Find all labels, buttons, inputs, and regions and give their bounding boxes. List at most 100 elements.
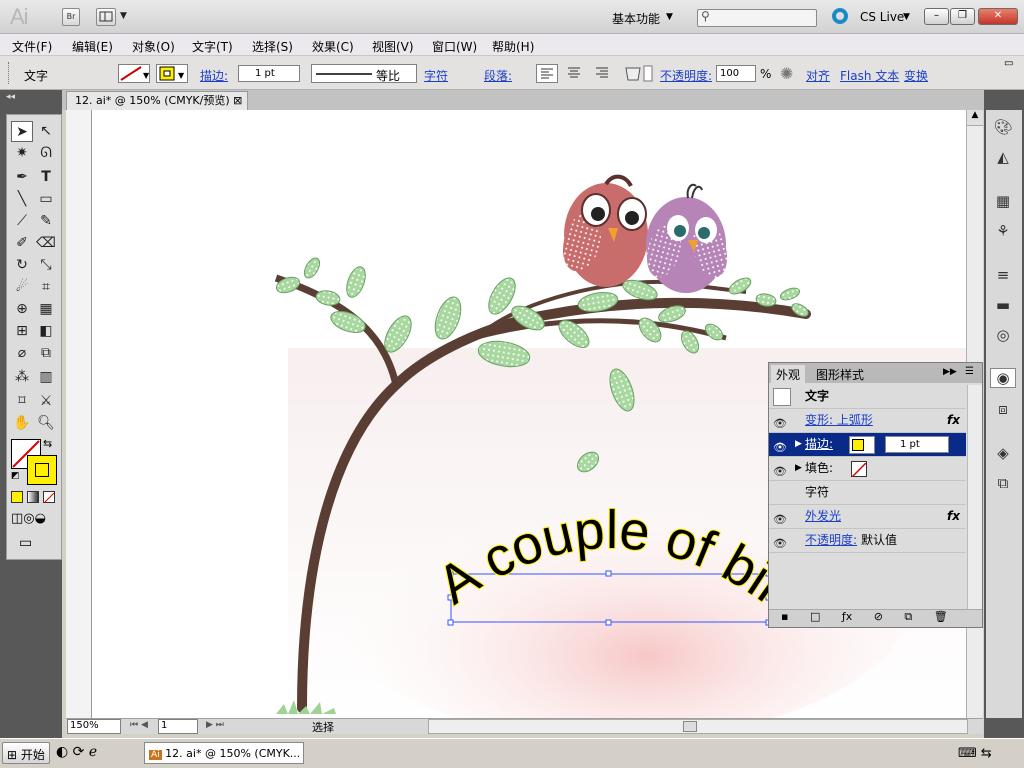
magic-wand-tool-icon[interactable]: ✷ (11, 143, 33, 164)
symbol-sprayer-tool-icon[interactable]: ⁂ (11, 367, 33, 388)
document-tab[interactable]: 12. ai* @ 150% (CMYK/预览) ⊠ (66, 91, 248, 110)
pen-tool-icon[interactable]: ✒ (11, 167, 33, 188)
artboards-icon[interactable]: ⧉ (992, 474, 1014, 494)
warp-tool-icon[interactable]: ☄ (11, 277, 33, 298)
flash-text-link[interactable]: Flash 文本 (840, 67, 899, 84)
default-colors-icon[interactable]: ◩ (11, 471, 20, 481)
recolor-icon[interactable]: ✺ (780, 64, 793, 83)
collapse-icon[interactable]: ◂◂ (6, 92, 15, 102)
perspective-grid-tool-icon[interactable]: ▦ (35, 299, 57, 320)
panel-footer-buttons[interactable]: ▪ □ ƒx ⊘ ⧉ 🗑︎ (769, 609, 982, 627)
cs-live-icon[interactable] (832, 8, 848, 24)
artboard-nav-prev[interactable]: ⏮ ◀ (130, 720, 148, 730)
align-left-button[interactable] (536, 64, 558, 83)
grip-handle[interactable] (8, 62, 11, 84)
menu-select[interactable]: 选择(S) (252, 38, 293, 55)
none-mode-button[interactable] (43, 491, 55, 504)
appearance-row-warp[interactable]: 👁︎ 变形: 上弧形 fx (769, 409, 966, 433)
graphic-styles-icon[interactable]: ⧈ (992, 400, 1014, 420)
menu-file[interactable]: 文件(F) (12, 38, 52, 55)
tab-appearance[interactable]: 外观 (771, 365, 806, 383)
expand-triangle-icon[interactable]: ▶ (795, 433, 802, 455)
swatches-icon[interactable]: ▦ (992, 192, 1014, 212)
expand-triangle-icon[interactable]: ▶ (795, 457, 802, 479)
quick-launch-icons[interactable]: ◐ ⟳ ℯ (56, 744, 97, 760)
stroke-profile-dropdown[interactable]: 等比 (311, 64, 417, 83)
screen-mode-icon[interactable]: ▭ (19, 535, 32, 551)
chevron-down-icon[interactable]: ▼ (120, 11, 127, 21)
selection-tool-icon[interactable]: ➤ (11, 121, 33, 142)
free-transform-tool-icon[interactable]: ⌗ (35, 277, 57, 298)
slice-tool-icon[interactable]: ⚔ (35, 391, 57, 412)
direct-selection-tool-icon[interactable]: ↖ (35, 121, 57, 142)
type-tool-icon[interactable]: T (35, 167, 57, 188)
gradient-mode-button[interactable] (27, 491, 39, 503)
menu-type[interactable]: 文字(T) (192, 38, 233, 55)
arrange-documents-button[interactable] (96, 8, 116, 26)
artboard-number-field[interactable]: 1 (158, 719, 198, 734)
shape-builder-tool-icon[interactable]: ⊕ (11, 299, 33, 320)
blend-tool-icon[interactable]: ⧉ (35, 343, 57, 364)
menu-edit[interactable]: 编辑(E) (72, 38, 113, 55)
appearance-row-fill[interactable]: 👁︎ ▶ 填色: (769, 457, 966, 481)
eye-icon[interactable]: 👁︎ (773, 533, 787, 550)
close-button[interactable]: ✕ (978, 8, 1018, 25)
envelope-icon[interactable] (622, 64, 654, 83)
draw-mode-icon[interactable]: ◫◎◒ (11, 511, 46, 526)
transparency-icon[interactable]: ◎ (992, 326, 1014, 346)
transform-link[interactable]: 变换 (904, 67, 928, 84)
panel-scrollbar[interactable] (967, 385, 982, 609)
appearance-row-stroke[interactable]: 👁︎ ▶ 描边: 1 pt (769, 433, 966, 457)
paragraph-link[interactable]: 段落: (484, 67, 512, 84)
character-link[interactable]: 字符 (424, 67, 448, 84)
zoom-field[interactable]: 150% (67, 719, 121, 734)
eye-icon[interactable]: 👁︎ (773, 437, 787, 454)
row-label[interactable]: 变形: 上弧形 (805, 409, 873, 431)
rotate-tool-icon[interactable]: ↻ (11, 255, 33, 276)
close-tab-icon[interactable]: ⊠ (233, 94, 242, 107)
panel-menu-icon[interactable]: ▭ (1004, 58, 1013, 69)
collapse-panel-icon[interactable]: ▶▶ (943, 367, 957, 377)
graph-tool-icon[interactable]: ▥ (35, 367, 57, 388)
stroke-color-button[interactable] (849, 436, 875, 454)
row-label[interactable]: 外发光 (805, 505, 841, 527)
paintbrush-tool-icon[interactable]: ⟋ (11, 211, 33, 232)
eyedropper-tool-icon[interactable]: ⌀ (11, 343, 33, 364)
stroke-swatch-dropdown[interactable]: ▼ (156, 64, 188, 83)
start-button[interactable]: ⊞ 开始 (2, 742, 50, 764)
stroke-panel-icon[interactable]: ≡ (992, 266, 1014, 286)
menu-effect[interactable]: 效果(C) (312, 38, 354, 55)
taskbar-task[interactable]: Ai 12. ai* @ 150% (CMYK... (144, 742, 304, 764)
swap-colors-icon[interactable]: ⇆ (43, 437, 52, 450)
line-tool-icon[interactable]: ╲ (11, 189, 33, 210)
align-right-button[interactable] (592, 64, 614, 83)
menu-object[interactable]: 对象(O) (132, 38, 175, 55)
bridge-button[interactable]: Br (62, 8, 80, 26)
opacity-link[interactable]: 不透明度: (660, 67, 712, 84)
row-label[interactable]: 不透明度: (805, 529, 857, 551)
appearance-row-characters[interactable]: 字符 (769, 481, 966, 505)
restore-button[interactable]: ❐ (950, 8, 975, 25)
minimize-button[interactable]: – (924, 8, 949, 25)
mesh-tool-icon[interactable]: ⊞ (11, 321, 33, 342)
menu-help[interactable]: 帮助(H) (492, 38, 534, 55)
status-mode[interactable]: 选择 (312, 719, 334, 735)
color-mode-button[interactable] (11, 491, 23, 503)
artboard-nav-next[interactable]: ▶ ⏭ (206, 720, 224, 730)
appearance-row-opacity[interactable]: 👁︎ 不透明度: 默认值 (769, 529, 966, 553)
fill-swatch-dropdown[interactable]: ▼ (118, 64, 150, 83)
blob-brush-tool-icon[interactable]: ✐ (11, 233, 33, 254)
eye-icon[interactable]: 👁︎ (773, 413, 787, 430)
opacity-field[interactable]: 100 (716, 65, 756, 82)
eraser-tool-icon[interactable]: ⌫ (35, 233, 57, 254)
rectangle-tool-icon[interactable]: ▭ (35, 189, 57, 210)
scale-tool-icon[interactable]: ⤡ (35, 255, 57, 276)
pencil-tool-icon[interactable]: ✎ (35, 211, 57, 232)
eye-icon[interactable]: 👁︎ (773, 509, 787, 526)
fx-icon[interactable]: fx (947, 409, 960, 431)
fill-none-swatch[interactable] (851, 461, 867, 478)
menu-view[interactable]: 视图(V) (372, 38, 414, 55)
artboard-tool-icon[interactable]: ⌑ (11, 391, 33, 412)
gradient-tool-icon[interactable]: ◧ (35, 321, 57, 342)
tab-graphic-styles[interactable]: 图形样式 (811, 365, 869, 383)
